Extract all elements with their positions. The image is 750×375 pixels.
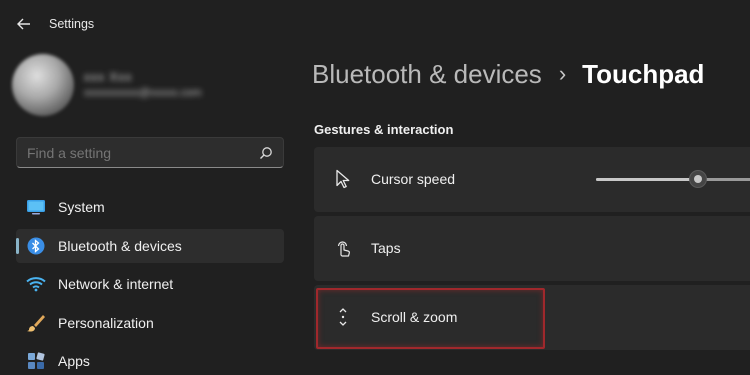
title-bar: Settings [0,0,750,48]
avatar [12,54,74,116]
sidebar-item-network[interactable]: Network & internet [16,267,284,301]
back-button[interactable] [12,12,36,36]
slider-thumb[interactable] [689,170,707,188]
sidebar-nav: System Bluetooth & devices Network & int… [16,190,284,375]
section-title: Gestures & interaction [314,122,454,137]
tap-icon [332,237,354,259]
wifi-icon [26,274,46,294]
page-title: Touchpad [582,58,705,89]
sidebar-item-label: Personalization [58,314,154,331]
taps-label: Taps [371,240,401,256]
monitor-icon [26,197,46,217]
chevron-right-icon: › [558,61,567,86]
search-input[interactable] [27,145,247,161]
sidebar-item-label: System [58,199,105,215]
slider-fill [596,178,698,181]
search-box [16,137,284,168]
sidebar-item-system[interactable]: System [16,190,284,224]
sidebar-item-personalization[interactable]: Personalization [16,306,284,340]
back-arrow-icon [17,18,30,30]
taps-card[interactable]: Taps [314,216,750,281]
active-indicator [16,237,19,254]
profile-name: xxx Xxx [84,70,133,84]
sidebar-item-bluetooth[interactable]: Bluetooth & devices [16,228,284,263]
breadcrumb: Bluetooth & devices › Touchpad [312,56,704,92]
highlight-box [316,288,545,349]
cursor-speed-slider[interactable] [596,170,750,188]
cursor-icon [332,168,354,190]
sidebar-item-label: Bluetooth & devices [58,237,182,254]
breadcrumb-parent-link[interactable]: Bluetooth & devices [312,59,542,90]
user-profile[interactable]: xxx Xxx xxxxxxxxxx@xxxxx.com [12,54,292,126]
sidebar-item-label: Apps [58,353,90,369]
sidebar-item-apps[interactable]: Apps [16,344,284,375]
app-title: Settings [49,17,95,31]
cursor-speed-card: Cursor speed [314,147,750,212]
brush-icon [26,313,46,333]
bluetooth-icon [26,236,46,256]
cursor-speed-label: Cursor speed [371,171,456,187]
search-icon[interactable] [259,146,273,160]
sidebar-item-label: Network & internet [58,276,174,292]
profile-email: xxxxxxxxxx@xxxxx.com [84,87,202,99]
apps-icon [26,351,46,371]
